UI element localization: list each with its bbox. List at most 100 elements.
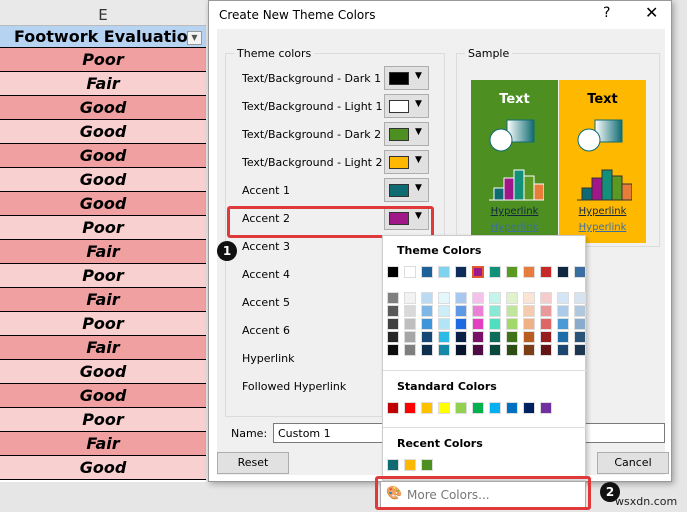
color-swatch[interactable] bbox=[455, 344, 467, 356]
reset-button[interactable]: Reset bbox=[217, 452, 289, 474]
cancel-button[interactable]: Cancel bbox=[597, 452, 669, 474]
color-swatch[interactable] bbox=[523, 266, 535, 278]
color-swatch[interactable] bbox=[472, 402, 484, 414]
color-dropdown-button[interactable]: ▼ bbox=[384, 178, 429, 202]
color-swatch[interactable] bbox=[455, 331, 467, 343]
close-button[interactable]: ✕ bbox=[645, 3, 658, 22]
color-swatch[interactable] bbox=[489, 318, 501, 330]
color-swatch[interactable] bbox=[472, 331, 484, 343]
color-swatch[interactable] bbox=[574, 292, 586, 304]
color-swatch[interactable] bbox=[523, 402, 535, 414]
color-swatch[interactable] bbox=[421, 402, 433, 414]
color-swatch[interactable] bbox=[455, 266, 467, 278]
color-swatch[interactable] bbox=[506, 402, 518, 414]
color-swatch[interactable] bbox=[472, 292, 484, 304]
color-swatch[interactable] bbox=[574, 266, 586, 278]
color-swatch[interactable] bbox=[540, 305, 552, 317]
color-swatch[interactable] bbox=[421, 331, 433, 343]
table-cell[interactable]: Good bbox=[0, 360, 206, 384]
color-swatch[interactable] bbox=[421, 266, 433, 278]
color-swatch[interactable] bbox=[438, 292, 450, 304]
color-swatch[interactable] bbox=[557, 331, 569, 343]
color-swatch[interactable] bbox=[523, 292, 535, 304]
filter-dropdown-icon[interactable]: ▼ bbox=[187, 31, 202, 45]
color-swatch[interactable] bbox=[574, 318, 586, 330]
color-swatch[interactable] bbox=[574, 305, 586, 317]
color-swatch[interactable] bbox=[455, 292, 467, 304]
color-swatch[interactable] bbox=[438, 331, 450, 343]
color-swatch[interactable] bbox=[404, 266, 416, 278]
color-swatch[interactable] bbox=[574, 344, 586, 356]
table-cell[interactable]: Fair bbox=[0, 432, 206, 456]
color-swatch[interactable] bbox=[472, 344, 484, 356]
color-swatch[interactable] bbox=[557, 292, 569, 304]
color-swatch[interactable] bbox=[387, 266, 399, 278]
help-button[interactable]: ? bbox=[603, 5, 610, 21]
color-dropdown-button[interactable]: ▼ bbox=[384, 122, 429, 146]
color-swatch[interactable] bbox=[438, 344, 450, 356]
color-dropdown-button[interactable]: ▼ bbox=[384, 66, 429, 90]
color-swatch[interactable] bbox=[387, 459, 399, 471]
color-swatch[interactable] bbox=[540, 266, 552, 278]
column-header-e[interactable]: E bbox=[0, 0, 206, 26]
color-swatch[interactable] bbox=[472, 305, 484, 317]
color-swatch[interactable] bbox=[523, 344, 535, 356]
color-swatch[interactable] bbox=[557, 318, 569, 330]
color-swatch[interactable] bbox=[523, 331, 535, 343]
table-cell[interactable]: Poor bbox=[0, 216, 206, 240]
color-swatch[interactable] bbox=[421, 292, 433, 304]
color-swatch[interactable] bbox=[540, 318, 552, 330]
color-swatch[interactable] bbox=[557, 266, 569, 278]
color-swatch[interactable] bbox=[438, 318, 450, 330]
table-cell[interactable]: Good bbox=[0, 96, 206, 120]
color-swatch[interactable] bbox=[540, 344, 552, 356]
color-swatch[interactable] bbox=[404, 331, 416, 343]
table-cell[interactable]: Good bbox=[0, 120, 206, 144]
table-cell[interactable]: Good bbox=[0, 144, 206, 168]
color-swatch[interactable] bbox=[421, 318, 433, 330]
color-swatch[interactable] bbox=[489, 292, 501, 304]
color-swatch[interactable] bbox=[506, 344, 518, 356]
color-swatch[interactable] bbox=[404, 402, 416, 414]
color-swatch[interactable] bbox=[438, 402, 450, 414]
color-swatch[interactable] bbox=[387, 305, 399, 317]
color-swatch[interactable] bbox=[404, 292, 416, 304]
color-swatch[interactable] bbox=[523, 305, 535, 317]
color-swatch[interactable] bbox=[489, 266, 501, 278]
color-swatch[interactable] bbox=[455, 402, 467, 414]
color-swatch[interactable] bbox=[404, 305, 416, 317]
table-cell[interactable]: Poor bbox=[0, 312, 206, 336]
color-swatch[interactable] bbox=[472, 318, 484, 330]
color-swatch[interactable] bbox=[387, 292, 399, 304]
color-swatch[interactable] bbox=[506, 305, 518, 317]
table-cell[interactable]: Good bbox=[0, 168, 206, 192]
color-swatch[interactable] bbox=[404, 344, 416, 356]
color-swatch[interactable] bbox=[557, 305, 569, 317]
color-swatch[interactable] bbox=[540, 402, 552, 414]
table-cell[interactable]: Poor bbox=[0, 264, 206, 288]
color-swatch[interactable] bbox=[421, 344, 433, 356]
table-cell[interactable]: Good bbox=[0, 384, 206, 408]
color-swatch[interactable] bbox=[404, 318, 416, 330]
table-cell[interactable]: Fair bbox=[0, 288, 206, 312]
color-swatch[interactable] bbox=[523, 318, 535, 330]
color-swatch[interactable] bbox=[404, 459, 416, 471]
table-cell[interactable]: Good bbox=[0, 456, 206, 480]
color-swatch[interactable] bbox=[387, 344, 399, 356]
color-swatch[interactable] bbox=[438, 305, 450, 317]
color-swatch[interactable] bbox=[472, 266, 484, 278]
color-swatch[interactable] bbox=[506, 318, 518, 330]
color-swatch[interactable] bbox=[455, 318, 467, 330]
table-cell[interactable]: Poor bbox=[0, 408, 206, 432]
color-swatch[interactable] bbox=[387, 402, 399, 414]
color-swatch[interactable] bbox=[387, 331, 399, 343]
color-swatch[interactable] bbox=[489, 305, 501, 317]
color-swatch[interactable] bbox=[489, 402, 501, 414]
color-swatch[interactable] bbox=[455, 305, 467, 317]
table-cell[interactable]: Fair bbox=[0, 240, 206, 264]
table-cell[interactable]: Fair bbox=[0, 72, 206, 96]
color-dropdown-button[interactable]: ▼ bbox=[384, 94, 429, 118]
color-swatch[interactable] bbox=[506, 331, 518, 343]
color-swatch[interactable] bbox=[438, 266, 450, 278]
table-cell[interactable]: Poor bbox=[0, 48, 206, 72]
